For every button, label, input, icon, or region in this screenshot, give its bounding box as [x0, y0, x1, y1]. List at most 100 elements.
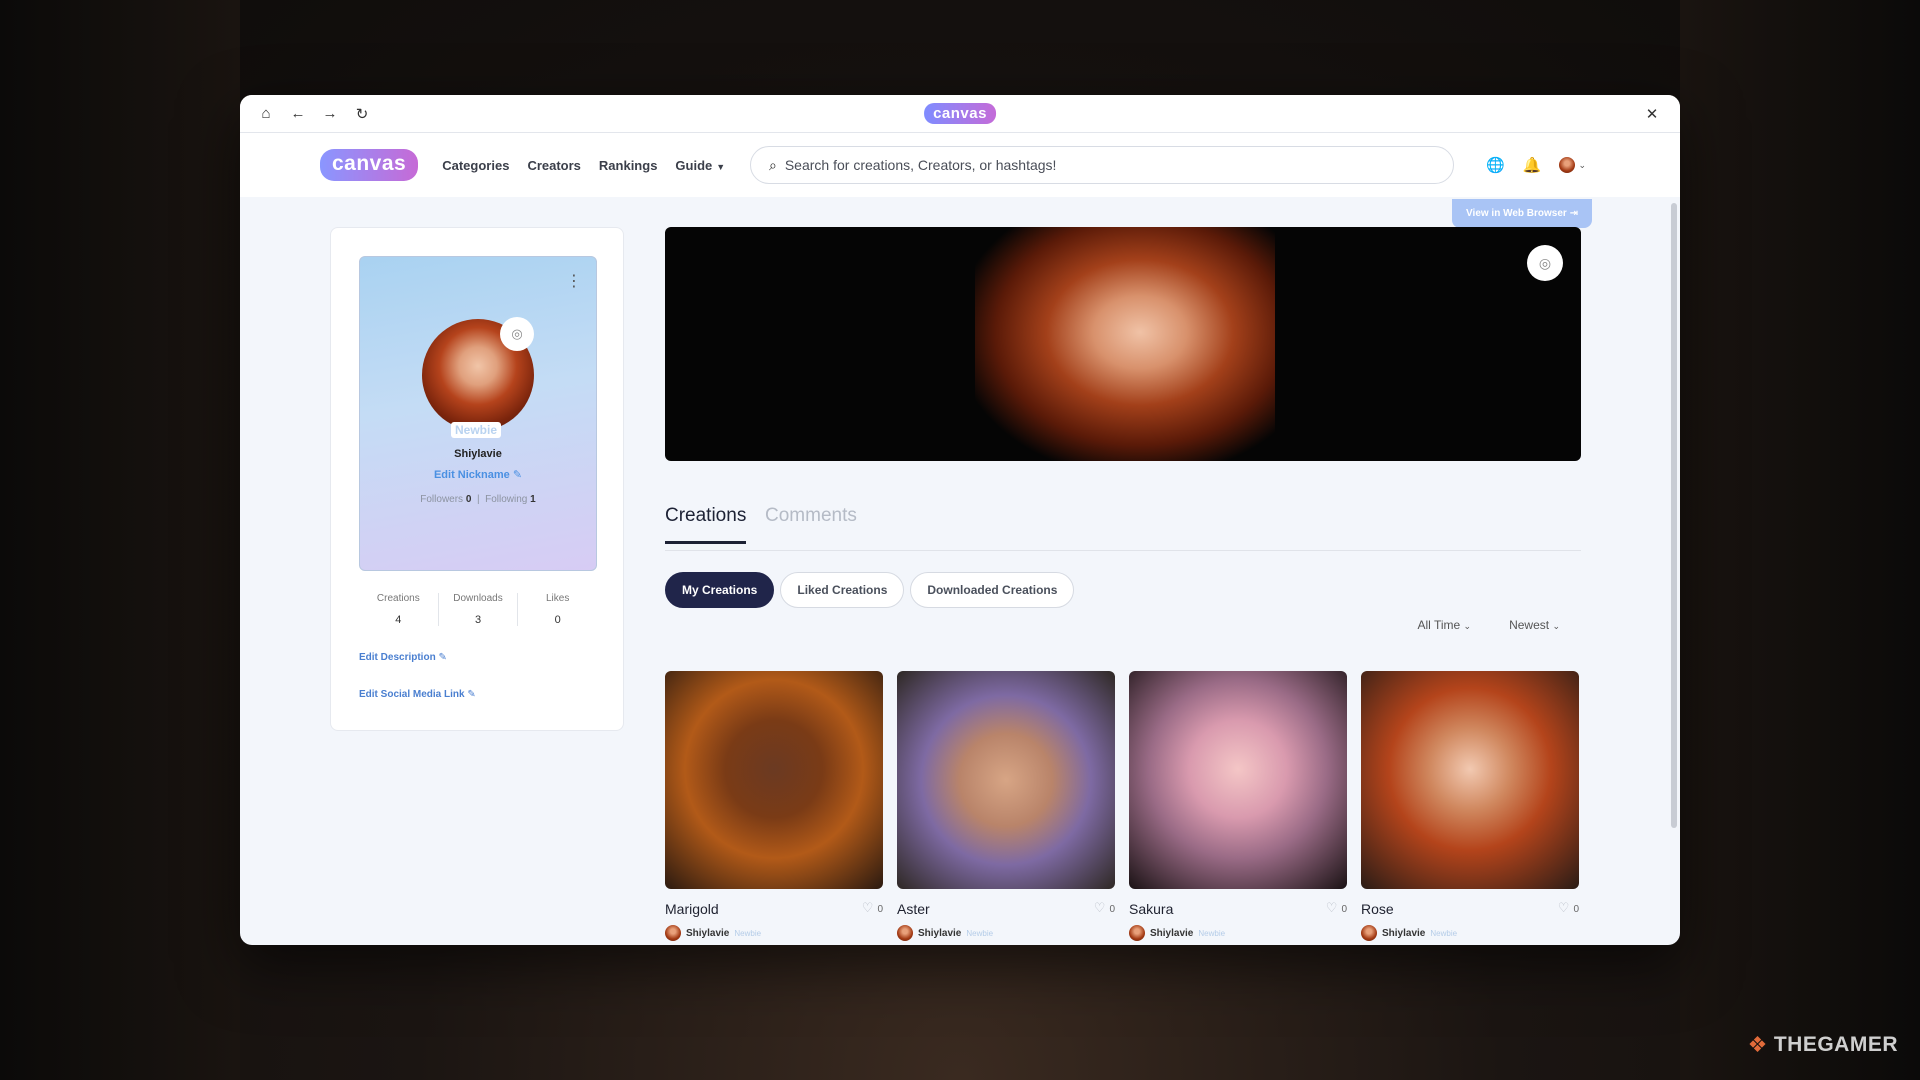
creation-card[interactable]: Rose ♡ 0 Shiylavie Newbie	[1361, 671, 1579, 941]
like-value: 0	[1341, 904, 1347, 915]
stat-label: Downloads	[453, 593, 503, 604]
profile-stats: Creations 4 Downloads 3 Likes 0	[359, 593, 597, 626]
avatar	[1361, 925, 1377, 941]
chevron-down-icon: ▼	[716, 161, 726, 172]
creation-title[interactable]: Aster	[897, 901, 1115, 917]
titlebar-logo: canvas	[924, 103, 996, 124]
edit-description-link[interactable]: Edit Description ✎	[359, 652, 447, 663]
nav-link-rankings[interactable]: Rankings	[599, 158, 658, 173]
watermark-text: THEGAMER	[1773, 1033, 1898, 1056]
creation-card[interactable]: Aster ♡ 0 Shiylavie Newbie	[897, 671, 1115, 941]
titlebar: ⌂ ← → ↻ canvas ✕	[240, 95, 1680, 133]
stat-label: Likes	[546, 593, 570, 604]
author-name: Shiylavie	[686, 927, 730, 939]
time-filter-dropdown[interactable]: All Time ⌄	[1418, 618, 1472, 632]
pencil-icon: ✎	[438, 652, 447, 663]
creation-title[interactable]: Sakura	[1129, 901, 1347, 917]
like-count[interactable]: ♡ 0	[1326, 900, 1347, 916]
stat-label: Creations	[376, 593, 420, 604]
brand-logo[interactable]: canvas	[320, 149, 419, 181]
camera-icon[interactable]: ◎	[500, 317, 534, 351]
followers-label[interactable]: Followers	[420, 494, 463, 505]
creation-title[interactable]: Marigold	[665, 901, 883, 917]
creation-thumbnail[interactable]	[1129, 671, 1347, 889]
author-name: Shiylavie	[918, 927, 962, 939]
camera-icon[interactable]: ◎	[1527, 245, 1563, 281]
external-link-icon: ⇥	[1569, 208, 1578, 219]
stat-value: 4	[395, 614, 402, 626]
tab-comments[interactable]: Comments	[765, 505, 857, 527]
background-right	[1680, 0, 1920, 1080]
content-tabs: Creations Comments	[665, 505, 1581, 551]
heart-icon: ♡	[1557, 900, 1570, 915]
pill-downloaded-creations[interactable]: Downloaded Creations	[910, 572, 1075, 608]
banner-image	[975, 227, 1275, 461]
sort-label: Newest	[1509, 618, 1550, 632]
stat-likes: Likes 0	[518, 593, 597, 626]
view-in-web-browser-button[interactable]: View in Web Browser ⇥	[1452, 199, 1592, 228]
like-value: 0	[1109, 904, 1115, 915]
status-badge: Newbie	[734, 928, 762, 938]
chevron-down-icon: ⌄	[1578, 159, 1586, 170]
sort-filters: All Time ⌄ Newest ⌄	[1418, 618, 1560, 632]
profile-name: Shiylavie	[454, 448, 502, 460]
creation-thumbnail[interactable]	[897, 671, 1115, 889]
background-left	[0, 0, 240, 1080]
status-badge: Newbie	[1430, 928, 1458, 938]
stat-creations: Creations 4	[359, 593, 439, 626]
like-count[interactable]: ♡ 0	[862, 900, 883, 916]
following-count[interactable]: 1	[530, 494, 536, 505]
nav-link-guide[interactable]: Guide ▼	[675, 158, 725, 173]
bell-icon[interactable]: 🔔	[1523, 156, 1542, 174]
author-name: Shiylavie	[1382, 927, 1426, 939]
edit-description-label: Edit Description	[359, 652, 436, 663]
home-icon[interactable]: ⌂	[250, 95, 282, 133]
edit-nickname-link[interactable]: Edit Nickname ✎	[360, 468, 596, 481]
creations-grid: Marigold ♡ 0 Shiylavie Newbie Aster ♡ 0 Sh…	[665, 671, 1579, 941]
reload-icon[interactable]: ↻	[346, 95, 378, 133]
search-input[interactable]	[784, 157, 1385, 173]
creation-card[interactable]: Sakura ♡ 0 Shiylavie Newbie	[1129, 671, 1347, 941]
avatar	[1559, 157, 1576, 173]
arrow-left-icon[interactable]: ←	[282, 95, 314, 133]
tab-creations[interactable]: Creations	[665, 505, 747, 544]
creation-thumbnail[interactable]	[665, 671, 883, 889]
nav-links: Categories Creators Rankings Guide ▼	[442, 158, 725, 173]
more-options-icon[interactable]: ⋮	[566, 271, 582, 291]
nav-link-creators[interactable]: Creators	[527, 158, 580, 173]
edit-social-link[interactable]: Edit Social Media Link ✎	[359, 689, 476, 700]
status-badge: Newbie	[1198, 928, 1226, 938]
titlebar-nav: ⌂ ← → ↻	[250, 95, 378, 133]
creation-author[interactable]: Shiylavie Newbie	[897, 925, 1115, 941]
time-filter-label: All Time	[1417, 618, 1461, 632]
pill-my-creations[interactable]: My Creations	[665, 572, 775, 608]
like-count[interactable]: ♡ 0	[1094, 900, 1115, 916]
creation-author[interactable]: Shiylavie Newbie	[1361, 925, 1579, 941]
edit-nickname-label: Edit Nickname	[433, 469, 510, 481]
edit-social-label: Edit Social Media Link	[359, 689, 465, 700]
user-menu[interactable]: ⌄	[1559, 157, 1586, 173]
nav-link-categories[interactable]: Categories	[442, 158, 509, 173]
globe-icon[interactable]: 🌐	[1486, 156, 1505, 174]
close-icon[interactable]: ✕	[1636, 95, 1668, 133]
chevron-down-icon: ⌄	[1463, 621, 1472, 631]
sort-dropdown[interactable]: Newest ⌄	[1509, 618, 1560, 632]
following-label[interactable]: Following	[485, 494, 527, 505]
view-web-label: View in Web Browser	[1466, 208, 1567, 219]
heart-icon: ♡	[861, 900, 874, 915]
avatar	[1129, 925, 1145, 941]
creation-author[interactable]: Shiylavie Newbie	[1129, 925, 1347, 941]
like-count[interactable]: ♡ 0	[1558, 900, 1579, 916]
followers-count[interactable]: 0	[466, 494, 472, 505]
pill-liked-creations[interactable]: Liked Creations	[780, 572, 905, 608]
creation-card[interactable]: Marigold ♡ 0 Shiylavie Newbie	[665, 671, 883, 941]
creation-author[interactable]: Shiylavie Newbie	[665, 925, 883, 941]
creation-title[interactable]: Rose	[1361, 901, 1579, 917]
chevron-down-icon: ⌄	[1552, 621, 1560, 631]
search-icon: ⌕	[769, 156, 777, 173]
creation-thumbnail[interactable]	[1361, 671, 1579, 889]
profile-card: ⋮ ◎ Newbie Shiylavie Edit Nickname ✎ Fol…	[330, 227, 624, 731]
search-bar[interactable]: ⌕	[750, 146, 1454, 184]
arrow-right-icon[interactable]: →	[314, 95, 346, 133]
scrollbar[interactable]	[1671, 203, 1677, 828]
